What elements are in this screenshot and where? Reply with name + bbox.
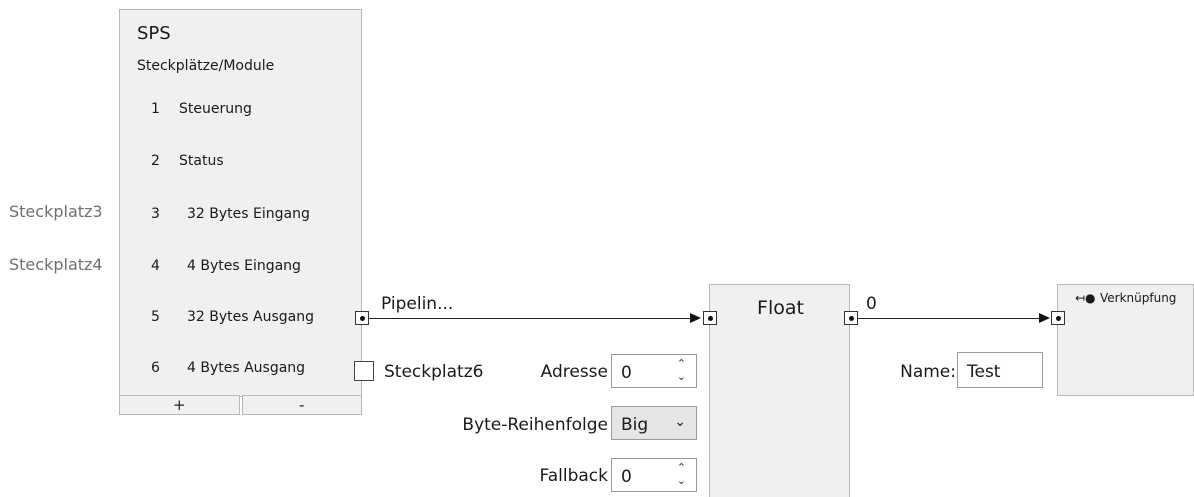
slot-name: Steuerung xyxy=(179,101,252,117)
chevron-up-icon[interactable]: ⌃ xyxy=(677,462,686,473)
add-slot-button[interactable]: + xyxy=(119,395,240,415)
byte-order-select[interactable]: Big ⌄ xyxy=(611,406,697,440)
sps-title: SPS xyxy=(137,23,171,44)
pipeline-wire-label: Pipelin... xyxy=(381,294,454,314)
remove-slot-button[interactable]: - xyxy=(241,395,362,415)
slot-name: 32 Bytes Eingang xyxy=(187,206,310,222)
link-node[interactable]: ↤● Verknüpfung xyxy=(1057,284,1194,396)
wire-arrow-icon xyxy=(1039,313,1050,323)
sps-subtitle: Steckplätze/Module xyxy=(137,58,275,74)
steckplatz6-label: Steckplatz6 xyxy=(384,362,484,382)
slot-number: 6 xyxy=(151,360,160,376)
wire-arrow-icon xyxy=(690,313,701,323)
slot-row-4[interactable]: 4 4 Bytes Eingang xyxy=(120,258,360,278)
slot-row-2[interactable]: 2 Status xyxy=(120,153,360,173)
link-title: Verknüpfung xyxy=(1100,291,1177,305)
chevron-down-icon: ⌄ xyxy=(674,414,686,430)
slot-number: 3 xyxy=(151,206,160,222)
link-input-port[interactable] xyxy=(1051,311,1065,325)
slot-number: 4 xyxy=(151,258,160,274)
float-output-port[interactable] xyxy=(844,311,858,325)
slot-row-5[interactable]: 5 32 Bytes Ausgang xyxy=(120,309,360,329)
address-input[interactable]: 0 ⌃ ⌄ xyxy=(611,354,697,388)
byte-order-label: Byte-Reihenfolge xyxy=(462,415,608,435)
float-link-wire[interactable] xyxy=(858,318,1040,319)
slot5-output-port[interactable] xyxy=(355,311,369,325)
fallback-input[interactable]: 0 ⌃ ⌄ xyxy=(611,458,697,492)
address-label: Adresse xyxy=(540,362,608,382)
float-node[interactable]: Float xyxy=(709,284,850,497)
fallback-label: Fallback xyxy=(539,466,608,486)
pipeline-wire[interactable] xyxy=(369,318,691,319)
name-input[interactable]: Test xyxy=(957,352,1043,388)
slot-row-6[interactable]: 6 4 Bytes Ausgang xyxy=(120,360,360,380)
slot-number: 1 xyxy=(151,101,160,117)
steckplatz6-checkbox[interactable] xyxy=(354,361,374,381)
byte-order-value: Big xyxy=(621,415,649,435)
chevron-up-icon[interactable]: ⌃ xyxy=(677,358,686,369)
name-label: Name: xyxy=(900,362,956,382)
float-input-port[interactable] xyxy=(703,311,717,325)
slot-name: 32 Bytes Ausgang xyxy=(187,309,314,325)
link-arrow-icon: ↤● xyxy=(1075,291,1096,305)
chevron-down-icon[interactable]: ⌄ xyxy=(677,475,686,486)
slot-number: 5 xyxy=(151,309,160,325)
slot-number: 2 xyxy=(151,153,160,169)
slot-row-3[interactable]: 3 32 Bytes Eingang xyxy=(120,206,360,226)
chevron-down-icon[interactable]: ⌄ xyxy=(677,371,686,382)
slot-name: 4 Bytes Eingang xyxy=(187,258,301,274)
address-value: 0 xyxy=(621,363,632,383)
sps-node[interactable]: SPS Steckplätze/Module 1 Steuerung 2 Sta… xyxy=(119,9,362,397)
slot-row-1[interactable]: 1 Steuerung xyxy=(120,101,360,121)
sps-footer: + - xyxy=(119,395,362,415)
float-output-label: 0 xyxy=(866,294,877,314)
float-title: Float xyxy=(757,297,804,319)
fallback-value: 0 xyxy=(621,467,632,487)
side-label-steckplatz3: Steckplatz3 xyxy=(9,202,103,221)
side-label-steckplatz4: Steckplatz4 xyxy=(9,255,103,274)
slot-name: Status xyxy=(179,153,224,169)
name-value: Test xyxy=(967,362,1001,382)
slot-name: 4 Bytes Ausgang xyxy=(187,360,306,376)
